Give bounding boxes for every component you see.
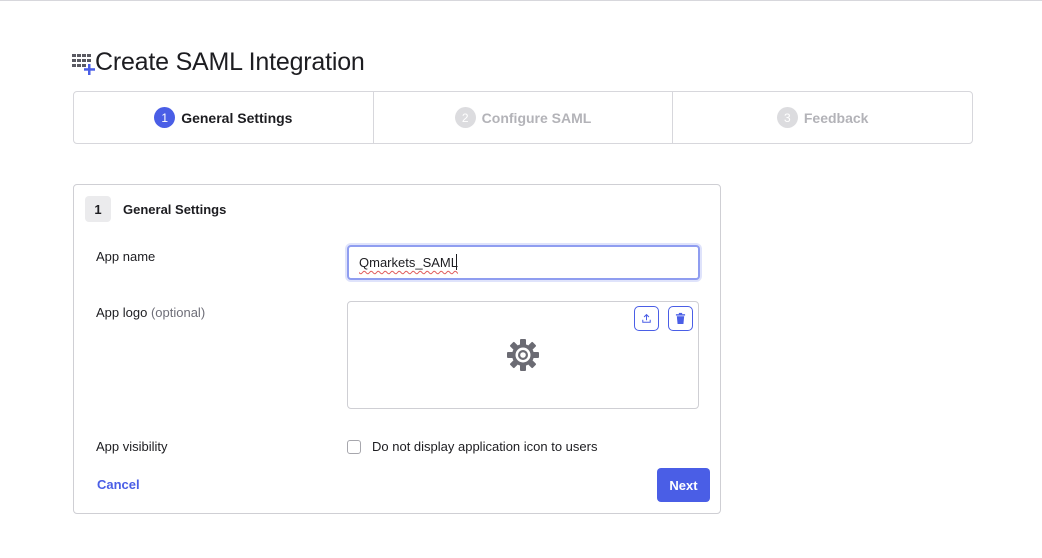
text-caret [456,254,457,270]
upload-icon [642,313,651,323]
delete-logo-button[interactable] [668,306,693,331]
app-name-input[interactable] [347,245,700,280]
page: Create SAML Integration 1 General Settin… [0,0,1042,558]
general-settings-card: 1 General Settings App name Qmarkets_SAM… [73,184,721,514]
step-general-settings[interactable]: 1 General Settings [74,92,374,143]
hide-icon-checkbox[interactable] [347,440,361,454]
app-logo-dropzone[interactable] [347,301,699,409]
app-logo-label-text: App logo [96,305,148,320]
step-feedback[interactable]: 3 Feedback [673,92,972,143]
step-label: General Settings [181,109,293,126]
next-button[interactable]: Next [657,468,710,502]
top-divider [0,0,1042,1]
hide-icon-checkbox-label[interactable]: Do not display application icon to users [372,439,597,454]
cancel-button[interactable]: Cancel [97,477,140,492]
step-configure-saml[interactable]: 2 Configure SAML [374,92,674,143]
wizard-stepper: 1 General Settings 2 Configure SAML 3 Fe… [73,91,973,144]
card-header: 1 General Settings [85,196,226,222]
grid-plus-icon [72,48,96,76]
app-name-label: App name [96,249,156,264]
step-number-badge: 2 [454,107,476,128]
card-title: General Settings [123,201,227,217]
card-step-number: 1 [85,196,111,222]
trash-icon [675,312,686,324]
optional-hint: (optional) [150,305,206,320]
gear-icon [507,339,539,371]
step-label: Feedback [803,109,869,126]
app-visibility-label: App visibility [96,439,168,454]
step-label: Configure SAML [481,109,592,126]
page-header: Create SAML Integration [72,46,365,78]
app-logo-label: App logo (optional) [96,305,205,320]
step-number-badge: 1 [154,107,176,128]
page-title: Create SAML Integration [95,47,365,76]
step-number-badge: 3 [776,107,798,128]
upload-logo-button[interactable] [634,306,659,331]
